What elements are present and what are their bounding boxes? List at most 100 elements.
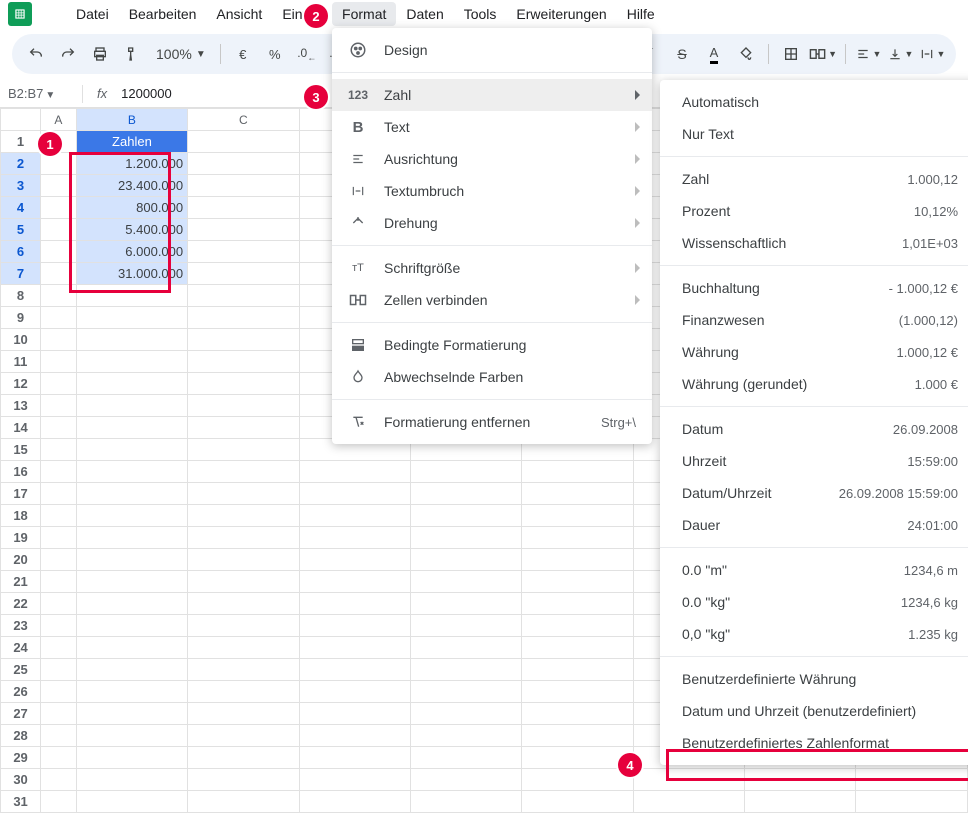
numfmt-date[interactable]: Datum26.09.2008 bbox=[660, 413, 968, 445]
cell[interactable] bbox=[410, 637, 521, 659]
cell[interactable] bbox=[410, 483, 521, 505]
cell[interactable] bbox=[299, 725, 410, 747]
cell[interactable] bbox=[522, 791, 633, 813]
cell[interactable] bbox=[188, 659, 299, 681]
cell[interactable] bbox=[522, 637, 633, 659]
cell[interactable] bbox=[41, 307, 77, 329]
currency-button[interactable]: € bbox=[229, 40, 257, 68]
row-header[interactable]: 2 bbox=[1, 153, 41, 175]
format-clear[interactable]: Formatierung entfernen Strg+\ bbox=[332, 406, 652, 438]
cell[interactable] bbox=[745, 791, 856, 813]
print-button[interactable] bbox=[86, 40, 114, 68]
menu-format[interactable]: Format bbox=[332, 2, 396, 26]
cell[interactable] bbox=[41, 747, 77, 769]
cell[interactable] bbox=[188, 417, 299, 439]
row-header[interactable]: 15 bbox=[1, 439, 41, 461]
cell[interactable] bbox=[522, 725, 633, 747]
menu-edit[interactable]: Bearbeiten bbox=[119, 2, 207, 26]
cell[interactable] bbox=[299, 461, 410, 483]
cell[interactable] bbox=[41, 329, 77, 351]
format-rotation[interactable]: Drehung bbox=[332, 207, 652, 239]
cell[interactable] bbox=[299, 549, 410, 571]
fill-color-button[interactable] bbox=[732, 40, 760, 68]
cell[interactable] bbox=[188, 747, 299, 769]
cell[interactable] bbox=[299, 571, 410, 593]
cell[interactable] bbox=[522, 571, 633, 593]
cell[interactable] bbox=[41, 505, 77, 527]
cell[interactable] bbox=[41, 549, 77, 571]
cell[interactable] bbox=[410, 593, 521, 615]
row-header[interactable]: 26 bbox=[1, 681, 41, 703]
cell[interactable] bbox=[299, 681, 410, 703]
numfmt-datetime[interactable]: Datum/Uhrzeit26.09.2008 15:59:00 bbox=[660, 477, 968, 509]
cell[interactable] bbox=[188, 175, 299, 197]
cell[interactable] bbox=[76, 461, 187, 483]
merge-button[interactable]: ▼ bbox=[809, 40, 837, 68]
menu-tools[interactable]: Tools bbox=[454, 2, 507, 26]
name-box[interactable]: B2:B7▼ bbox=[8, 86, 82, 101]
cell[interactable] bbox=[41, 351, 77, 373]
cell[interactable] bbox=[41, 483, 77, 505]
cell[interactable] bbox=[745, 769, 856, 791]
cell[interactable] bbox=[41, 219, 77, 241]
cell[interactable] bbox=[410, 549, 521, 571]
cell[interactable] bbox=[41, 373, 77, 395]
numfmt-custom-m[interactable]: 0.0 "m"1234,6 m bbox=[660, 554, 968, 586]
cell[interactable] bbox=[41, 197, 77, 219]
cell[interactable] bbox=[76, 483, 187, 505]
format-wrap[interactable]: Textumbruch bbox=[332, 175, 652, 207]
cell[interactable] bbox=[76, 593, 187, 615]
cell[interactable]: 23.400.000 bbox=[76, 175, 187, 197]
cell[interactable] bbox=[522, 505, 633, 527]
row-header[interactable]: 27 bbox=[1, 703, 41, 725]
row-header[interactable]: 18 bbox=[1, 505, 41, 527]
cell[interactable] bbox=[522, 747, 633, 769]
cell[interactable]: 31.000.000 bbox=[76, 263, 187, 285]
row-header[interactable]: 28 bbox=[1, 725, 41, 747]
row-header[interactable]: 30 bbox=[1, 769, 41, 791]
cell[interactable] bbox=[410, 703, 521, 725]
numfmt-auto[interactable]: Automatisch bbox=[660, 86, 968, 118]
col-header-A[interactable]: A bbox=[41, 109, 77, 131]
cell[interactable]: Zahlen bbox=[76, 131, 187, 153]
cell[interactable] bbox=[41, 725, 77, 747]
cell[interactable] bbox=[76, 747, 187, 769]
cell[interactable] bbox=[188, 703, 299, 725]
cell[interactable] bbox=[76, 329, 187, 351]
cell[interactable] bbox=[299, 791, 410, 813]
cell[interactable] bbox=[41, 681, 77, 703]
row-header[interactable]: 11 bbox=[1, 351, 41, 373]
cell[interactable] bbox=[76, 439, 187, 461]
undo-button[interactable] bbox=[22, 40, 50, 68]
cell[interactable] bbox=[410, 747, 521, 769]
cell[interactable] bbox=[299, 637, 410, 659]
cell[interactable] bbox=[410, 461, 521, 483]
cell[interactable] bbox=[299, 703, 410, 725]
menu-view[interactable]: Ansicht bbox=[206, 2, 272, 26]
redo-button[interactable] bbox=[54, 40, 82, 68]
cell[interactable] bbox=[76, 703, 187, 725]
cell[interactable] bbox=[188, 307, 299, 329]
cell[interactable] bbox=[76, 791, 187, 813]
cell[interactable] bbox=[76, 571, 187, 593]
cell[interactable] bbox=[856, 769, 968, 791]
row-header[interactable]: 1 bbox=[1, 131, 41, 153]
cell[interactable] bbox=[188, 527, 299, 549]
cell[interactable] bbox=[410, 571, 521, 593]
row-header[interactable]: 5 bbox=[1, 219, 41, 241]
col-header-B[interactable]: B bbox=[76, 109, 187, 131]
row-header[interactable]: 21 bbox=[1, 571, 41, 593]
row-header[interactable]: 22 bbox=[1, 593, 41, 615]
cell[interactable] bbox=[76, 769, 187, 791]
format-conditional[interactable]: Bedingte Formatierung bbox=[332, 329, 652, 361]
strike-button[interactable]: S bbox=[668, 40, 696, 68]
cell[interactable] bbox=[41, 153, 77, 175]
cell[interactable] bbox=[41, 241, 77, 263]
menu-extensions[interactable]: Erweiterungen bbox=[506, 2, 616, 26]
cell[interactable] bbox=[188, 439, 299, 461]
numfmt-accounting[interactable]: Buchhaltung- 1.000,12 € bbox=[660, 272, 968, 304]
row-header[interactable]: 16 bbox=[1, 461, 41, 483]
col-header-C[interactable]: C bbox=[188, 109, 299, 131]
cell[interactable] bbox=[299, 769, 410, 791]
numfmt-custom-currency[interactable]: Benutzerdefinierte Währung bbox=[660, 663, 968, 695]
